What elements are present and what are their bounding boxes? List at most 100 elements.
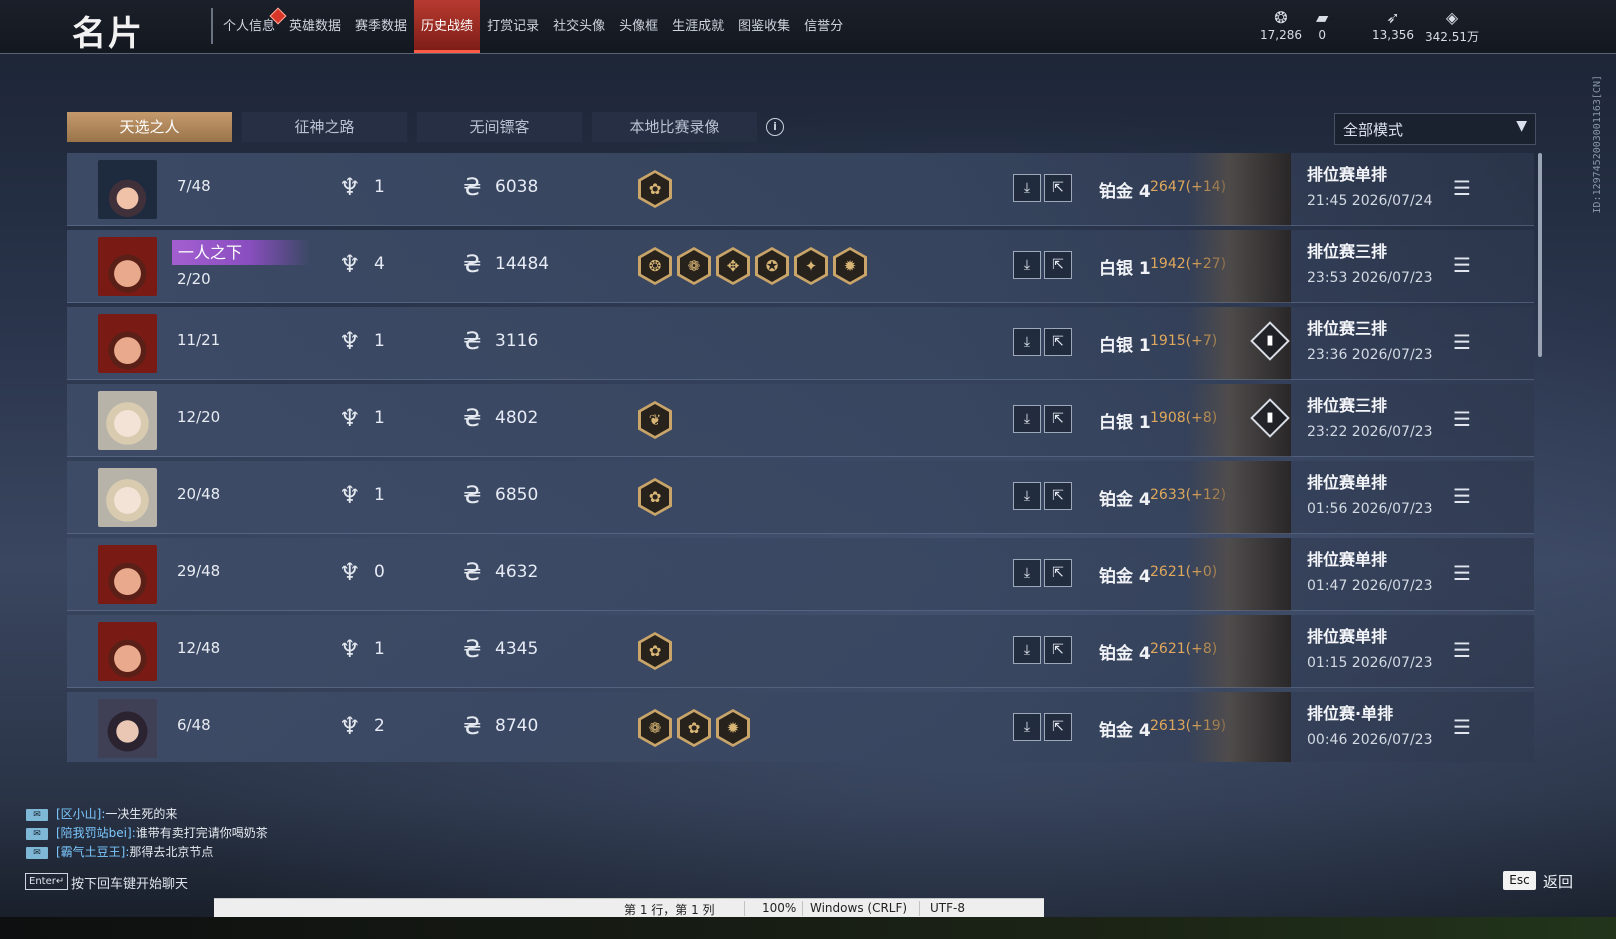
- share-icon[interactable]: ⇱: [1044, 482, 1072, 510]
- share-icon[interactable]: ⇱: [1044, 405, 1072, 433]
- currency-item[interactable]: ▰ 0: [1316, 8, 1328, 42]
- trait-icon[interactable]: ✹: [833, 247, 867, 285]
- download-icon[interactable]: ⤓: [1013, 251, 1041, 279]
- nav-tab[interactable]: 头像框: [612, 0, 665, 53]
- editor-status-bar: 第 1 行，第 1 列 100% Windows (CRLF) UTF-8: [214, 898, 1044, 918]
- divider: [211, 8, 213, 44]
- back-button[interactable]: 返回: [1543, 871, 1573, 892]
- download-icon[interactable]: ⤓: [1013, 405, 1041, 433]
- kills-icon: ♆: [339, 558, 361, 586]
- ticket-icon: ▰: [1316, 8, 1329, 27]
- download-icon[interactable]: ⤓: [1013, 482, 1041, 510]
- nav-tab[interactable]: 历史战绩: [414, 0, 481, 53]
- chat-sender[interactable]: [区小山]:: [56, 805, 105, 824]
- mode-tab[interactable]: 本地比赛录像: [592, 112, 757, 142]
- match-row[interactable]: 7/48♆1₴6038✿⤓⇱铂金 42647(+14)排位赛单排21:45 20…: [67, 153, 1534, 226]
- mode-tab[interactable]: 无间镖客: [417, 112, 582, 142]
- chat-sender[interactable]: [陪我罚站bei]:: [56, 824, 136, 843]
- scrollbar[interactable]: [1538, 153, 1542, 357]
- esc-key[interactable]: Esc: [1503, 871, 1536, 890]
- nav-tab[interactable]: 赛季数据: [348, 0, 414, 53]
- coin-icon: ₴: [463, 558, 482, 586]
- download-icon[interactable]: ⤓: [1013, 328, 1041, 356]
- trait-icon[interactable]: ✥: [716, 247, 750, 285]
- download-icon[interactable]: ⤓: [1013, 174, 1041, 202]
- nav-tab[interactable]: 打赏记录: [480, 0, 546, 53]
- trait-icon[interactable]: ✹: [716, 709, 750, 747]
- kill-count: 1: [374, 639, 385, 659]
- menu-icon[interactable]: ☰: [1453, 561, 1471, 585]
- trait-icon[interactable]: ✿: [677, 709, 711, 747]
- trait-icon[interactable]: ✿: [638, 478, 672, 516]
- trait-icon[interactable]: ❦: [638, 401, 672, 439]
- trait-icon[interactable]: ✪: [755, 247, 789, 285]
- match-row[interactable]: 20/48♆1₴6850✿⤓⇱铂金 42633(+12)排位赛单排01:56 2…: [67, 461, 1534, 534]
- trait-icon[interactable]: ✦: [794, 247, 828, 285]
- hero-avatar[interactable]: [98, 160, 157, 219]
- kills-icon: ♆: [339, 404, 361, 432]
- nav-tab[interactable]: 信誉分: [797, 0, 850, 53]
- hero-avatar[interactable]: [98, 468, 157, 527]
- chat-message: ✉ [陪我罚站bei]: 谁带有卖打完请你喝奶茶: [26, 824, 268, 843]
- trait-glyph: ❁: [687, 257, 701, 275]
- kill-count: 1: [374, 331, 385, 351]
- match-mode: 排位赛单排: [1307, 550, 1388, 569]
- nav-tab[interactable]: 生涯成就: [665, 0, 731, 53]
- trait-icon[interactable]: ✿: [638, 632, 672, 670]
- trait-icon[interactable]: ❁: [677, 247, 711, 285]
- mode-tab[interactable]: 天选之人: [67, 112, 232, 142]
- download-icon[interactable]: ⤓: [1013, 559, 1041, 587]
- menu-icon[interactable]: ☰: [1453, 484, 1471, 508]
- hero-avatar[interactable]: [98, 314, 157, 373]
- mode-tab[interactable]: 征神之路: [242, 112, 407, 142]
- share-icon[interactable]: ⇱: [1044, 559, 1072, 587]
- trait-list: ❁ ✿ ✹: [638, 709, 755, 747]
- mode-select[interactable]: 全部模式 ▼: [1334, 113, 1536, 145]
- match-row[interactable]: 12/48 ♆ 1 ₴ 4345 ✿ ⤓ ⇱ 铂金 4 2621(+8) 排位赛单排 01:15 20…: [67, 615, 1534, 688]
- match-row[interactable]: 一人之下2/20♆4₴14484❂❁✥✪✦✹⤓⇱白银 11942(+27)排位赛…: [67, 230, 1534, 303]
- cursor-position: 第 1 行，第 1 列: [624, 903, 715, 917]
- share-icon[interactable]: ⇱: [1044, 174, 1072, 202]
- nav-tab[interactable]: 个人信息: [216, 0, 287, 53]
- coin-icon: ₴: [463, 712, 482, 740]
- menu-icon[interactable]: ☰: [1453, 176, 1471, 200]
- share-icon[interactable]: ⇱: [1044, 636, 1072, 664]
- hero-avatar[interactable]: [98, 237, 157, 296]
- nav-tab[interactable]: 图鉴收集: [731, 0, 797, 53]
- match-row[interactable]: 12/20 ♆ 1 ₴ 4802 ❦ ⤓ ⇱ 白银 1 1908(+8) ▮ 排位赛三排 23:22 2…: [67, 384, 1534, 457]
- menu-icon[interactable]: ☰: [1453, 253, 1471, 277]
- nav-tab[interactable]: 社交头像: [546, 0, 612, 53]
- feather-icon: ➶: [1386, 8, 1400, 27]
- share-icon[interactable]: ⇱: [1044, 251, 1072, 279]
- currency-item[interactable]: ◈ 342.51万: [1425, 8, 1479, 45]
- hero-avatar[interactable]: [98, 699, 157, 758]
- coin-count: 14484: [495, 254, 550, 274]
- channel-icon: ✉: [26, 827, 48, 840]
- hero-avatar[interactable]: [98, 545, 157, 604]
- menu-icon[interactable]: ☰: [1453, 715, 1471, 739]
- match-row[interactable]: 11/21 ♆ 1 ₴ 3116 ⤓ ⇱ 白银 1 1915(+7) ▮ 排位赛三排 23:36 20…: [67, 307, 1534, 380]
- currency-item[interactable]: ❂ 17,286: [1260, 8, 1302, 42]
- chat-sender[interactable]: [霸气土豆王]:: [56, 843, 129, 862]
- download-icon[interactable]: ⤓: [1013, 636, 1041, 664]
- match-row[interactable]: 29/48 ♆ 0 ₴ 4632 ⤓ ⇱ 铂金 4 2621(+0) 排位赛单排 01:47 202…: [67, 538, 1534, 611]
- share-icon[interactable]: ⇱: [1044, 328, 1072, 356]
- nav-tab[interactable]: 英雄数据: [282, 0, 348, 53]
- match-row[interactable]: 6/48♆2₴8740❁✿✹⤓⇱铂金 42613(+19)排位赛·单排00:46…: [67, 692, 1534, 762]
- menu-icon[interactable]: ☰: [1453, 407, 1471, 431]
- hero-avatar[interactable]: [98, 622, 157, 681]
- menu-icon[interactable]: ☰: [1453, 330, 1471, 354]
- trait-icon[interactable]: ❁: [638, 709, 672, 747]
- match-time: 01:56 2026/07/23: [1307, 501, 1433, 517]
- trait-icon[interactable]: ✿: [638, 170, 672, 208]
- hero-avatar[interactable]: [98, 391, 157, 450]
- nav-tabs: 个人信息 英雄数据 赛季数据 历史战绩 打赏记录 社交头像 头像框 生涯成就 图鉴收集 信誉分: [216, 0, 850, 53]
- download-icon[interactable]: ⤓: [1013, 713, 1041, 741]
- chat-log: ✉ [区小山]: 一决生死的来 ✉ [陪我罚站bei]: 谁带有卖打完请你喝奶茶 ✉ [霸气土…: [26, 805, 268, 862]
- menu-icon[interactable]: ☰: [1453, 638, 1471, 662]
- trait-icon[interactable]: ❂: [638, 247, 672, 285]
- share-icon[interactable]: ⇱: [1044, 713, 1072, 741]
- currency-item[interactable]: ➶ 13,356: [1372, 8, 1414, 42]
- chat-text: 谁带有卖打完请你喝奶茶: [135, 826, 268, 840]
- info-icon[interactable]: i: [766, 118, 784, 136]
